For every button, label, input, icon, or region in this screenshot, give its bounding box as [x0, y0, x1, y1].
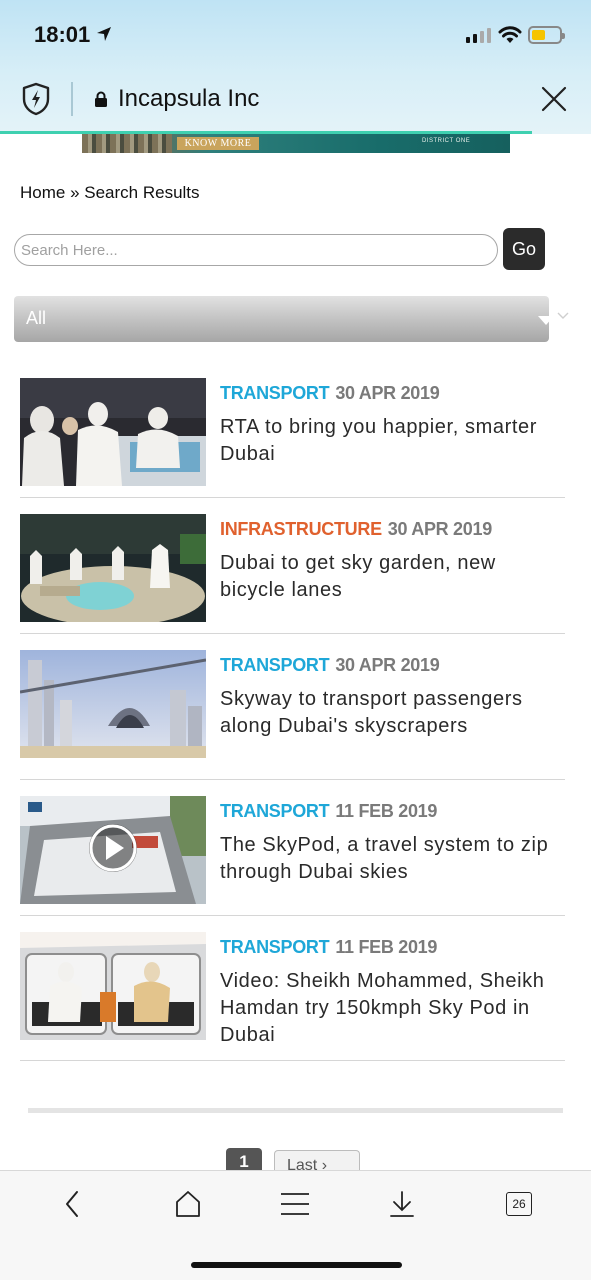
home-icon — [176, 1191, 200, 1217]
cell-signal-icon — [466, 28, 491, 43]
browser-header: 18:01 Incapsula Inc — [0, 0, 591, 134]
article-item[interactable]: TRANSPORT 30 APR 2019 Skyway to transport… — [20, 650, 565, 780]
category-select-value: All — [26, 308, 47, 328]
banner-know-more-button[interactable]: KNOW MORE — [177, 137, 259, 150]
download-button[interactable] — [382, 1187, 422, 1221]
article-thumbnail[interactable] — [20, 378, 206, 486]
home-button[interactable] — [168, 1187, 208, 1221]
banner-ad[interactable]: KNOW MORE DISTRICT ONE — [82, 134, 510, 153]
article-meta: INFRASTRUCTURE 30 APR 2019 — [220, 519, 492, 540]
article-title[interactable]: Video: Sheikh Mohammed, Sheikh Hamdan tr… — [220, 968, 565, 1049]
url-divider — [71, 82, 73, 116]
article-date: 30 APR 2019 — [335, 383, 440, 403]
url-bar: Incapsula Inc — [0, 68, 591, 132]
article-category[interactable]: TRANSPORT — [220, 801, 330, 821]
article-thumbnail[interactable] — [20, 650, 206, 758]
pagination-last[interactable]: Last › — [274, 1150, 360, 1172]
article-thumbnail[interactable] — [20, 514, 206, 622]
article-date: 30 APR 2019 — [387, 519, 492, 539]
download-icon — [390, 1191, 414, 1217]
go-button[interactable]: Go — [503, 228, 545, 270]
article-meta: TRANSPORT 30 APR 2019 — [220, 655, 440, 676]
article-category[interactable]: INFRASTRUCTURE — [220, 519, 382, 539]
article-title[interactable]: RTA to bring you happier, smarter Dubai — [220, 414, 565, 468]
article-date: 11 FEB 2019 — [335, 801, 438, 821]
status-time: 18:01 — [34, 22, 91, 47]
home-indicator — [191, 1262, 402, 1268]
article-title[interactable]: Skyway to transport passengers along Dub… — [220, 686, 565, 740]
battery-icon — [528, 26, 565, 44]
status-bar: 18:01 — [0, 0, 591, 68]
banner-image — [82, 134, 172, 153]
close-icon[interactable] — [540, 85, 568, 113]
article-meta: TRANSPORT 30 APR 2019 — [220, 383, 440, 404]
shield-bolt-icon[interactable] — [22, 82, 50, 116]
chevron-left-icon — [66, 1191, 78, 1217]
article-category[interactable]: TRANSPORT — [220, 383, 330, 403]
pagination-current[interactable]: 1 — [226, 1148, 262, 1172]
article-title[interactable]: The SkyPod, a travel system to zip throu… — [220, 832, 565, 886]
article-meta: TRANSPORT 11 FEB 2019 — [220, 801, 437, 822]
article-meta: TRANSPORT 11 FEB 2019 — [220, 937, 437, 958]
lock-icon — [95, 91, 107, 107]
article-item[interactable]: TRANSPORT 11 FEB 2019 Video: Sheikh Moham… — [20, 932, 565, 1061]
location-arrow-icon — [97, 27, 111, 41]
caret-down-icon — [538, 316, 554, 325]
article-title[interactable]: Dubai to get sky garden, new bicycle lan… — [220, 550, 565, 604]
article-category[interactable]: TRANSPORT — [220, 937, 330, 957]
breadcrumb[interactable]: Home » Search Results — [20, 183, 200, 203]
article-category[interactable]: TRANSPORT — [220, 655, 330, 675]
article-item[interactable]: TRANSPORT 30 APR 2019 RTA to bring you ha… — [20, 378, 565, 498]
article-thumbnail[interactable] — [20, 932, 206, 1040]
article-date: 30 APR 2019 — [335, 655, 440, 675]
article-thumbnail[interactable] — [20, 796, 206, 904]
menu-icon — [281, 1193, 309, 1215]
category-select[interactable]: All — [14, 296, 554, 342]
tabs-button[interactable]: 26 — [499, 1187, 539, 1221]
article-item[interactable]: TRANSPORT 11 FEB 2019 The SkyPod, a trave… — [20, 796, 565, 916]
chevron-down-icon — [557, 312, 569, 319]
banner-brand: DISTRICT ONE — [422, 138, 471, 144]
wifi-icon — [498, 26, 522, 43]
article-date: 11 FEB 2019 — [335, 937, 438, 957]
site-name[interactable]: Incapsula Inc — [118, 85, 259, 113]
section-divider — [28, 1108, 563, 1113]
back-button[interactable] — [52, 1187, 92, 1221]
article-item[interactable]: INFRASTRUCTURE 30 APR 2019 Dubai to get s… — [20, 514, 565, 634]
tabs-count: 26 — [506, 1192, 532, 1216]
search-input[interactable] — [14, 234, 498, 266]
menu-button[interactable] — [275, 1187, 315, 1221]
